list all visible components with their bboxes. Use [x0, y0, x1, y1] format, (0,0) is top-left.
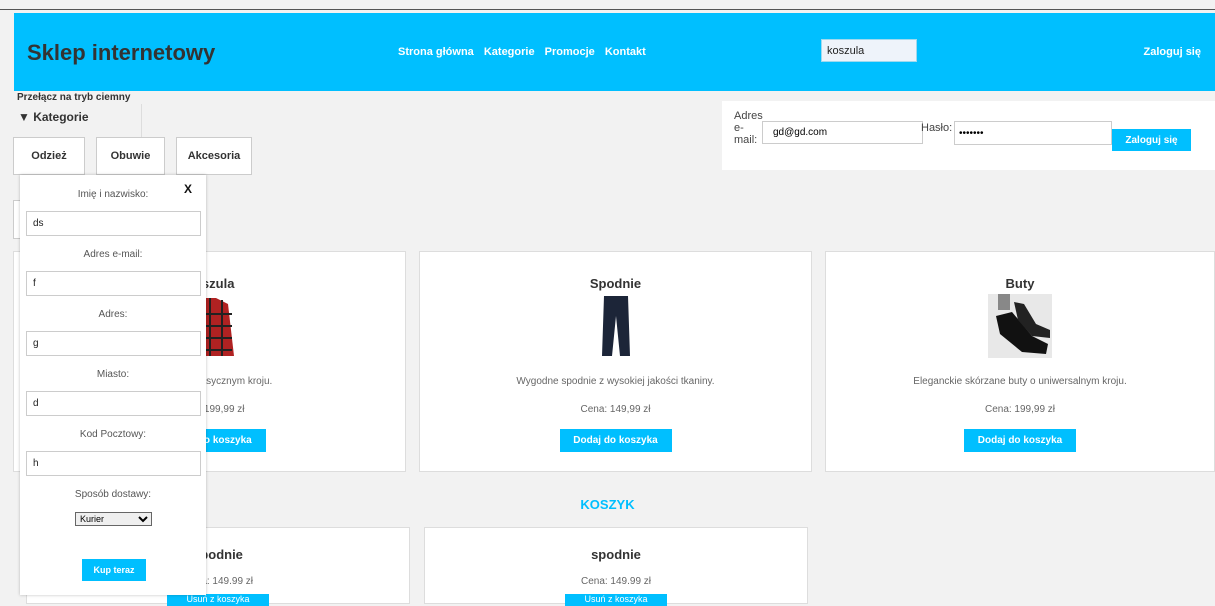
top-divider: [0, 9, 1215, 10]
postal-code-input[interactable]: [26, 451, 201, 476]
add-to-cart-button[interactable]: Dodaj do koszyka: [964, 429, 1076, 452]
address-input[interactable]: [26, 331, 201, 356]
login-password-label: Hasło:: [921, 122, 953, 134]
nav-contact[interactable]: Kontakt: [605, 46, 646, 58]
city-label: Miasto:: [96, 369, 130, 380]
cart-item: spodnie Cena: 149.99 zł Usuń z koszyka: [424, 527, 808, 606]
product-title: Spodnie: [589, 276, 642, 291]
site-title: Sklep internetowy: [27, 40, 216, 65]
checkout-email-label: Adres e-mail:: [83, 249, 143, 260]
category-accessories-button[interactable]: Akcesoria: [176, 137, 252, 175]
main-nav: Strona główna Kategorie Promocje Kontakt: [398, 46, 653, 58]
categories-summary[interactable]: ▼ Kategorie: [18, 110, 89, 124]
product-card-shoes: Buty Eleganckie skórzane buty o uniwersa…: [825, 251, 1215, 472]
name-label: Imię i nazwisko:: [77, 189, 149, 200]
product-price: Cena: 149,99 zł: [580, 404, 651, 415]
add-to-cart-button[interactable]: Dodaj do koszyka: [559, 429, 672, 452]
delivery-label: Sposób dostawy:: [74, 489, 152, 500]
remove-from-cart-button[interactable]: Usuń z koszyka: [167, 594, 269, 606]
search-input[interactable]: [821, 39, 917, 62]
product-title: Buty: [1005, 276, 1035, 291]
login-link[interactable]: Zaloguj się: [1144, 46, 1201, 58]
buy-now-button[interactable]: Kup teraz: [82, 559, 146, 581]
cart-item-price: Cena: 149.99 zł: [580, 576, 652, 587]
shoes-image: [988, 294, 1052, 358]
login-submit-button[interactable]: Zaloguj się: [1112, 129, 1191, 151]
city-input[interactable]: [26, 391, 201, 416]
remove-from-cart-button[interactable]: Usuń z koszyka: [565, 594, 667, 606]
category-footwear-button[interactable]: Obuwie: [96, 137, 165, 175]
product-description: Wygodne spodnie z wysokiej jakości tkani…: [516, 376, 715, 387]
nav-home[interactable]: Strona główna: [398, 46, 474, 58]
product-card-pants: Spodnie Wygodne spodnie z wysokiej jakoś…: [419, 251, 812, 472]
delivery-select[interactable]: Kurier: [75, 512, 152, 526]
pants-image: [583, 294, 648, 358]
login-email-label: Adres e-mail:: [734, 110, 763, 146]
product-price: Cena: 199,99 zł: [984, 404, 1056, 415]
name-input[interactable]: [26, 211, 201, 236]
product-description: Eleganckie skórzane buty o uniwersalnym …: [913, 376, 1127, 387]
login-password-input[interactable]: [954, 121, 1112, 145]
address-label: Adres:: [98, 309, 128, 320]
checkout-email-input[interactable]: [26, 271, 201, 296]
nav-promotions[interactable]: Promocje: [545, 46, 595, 58]
nav-categories[interactable]: Kategorie: [484, 46, 535, 58]
category-clothing-button[interactable]: Odzież: [13, 137, 85, 175]
cart-item-title: spodnie: [591, 547, 641, 562]
checkout-modal: X Imię i nazwisko: Adres e-mail: Adres: …: [20, 175, 206, 595]
login-email-input[interactable]: [762, 121, 923, 144]
site-header: Sklep internetowy Strona główna Kategori…: [14, 13, 1215, 91]
login-panel: Adres e-mail: Hasło: Zaloguj się: [722, 101, 1215, 170]
dark-mode-toggle[interactable]: Przełącz na tryb ciemny: [17, 92, 130, 103]
postal-code-label: Kod Pocztowy:: [79, 429, 147, 440]
